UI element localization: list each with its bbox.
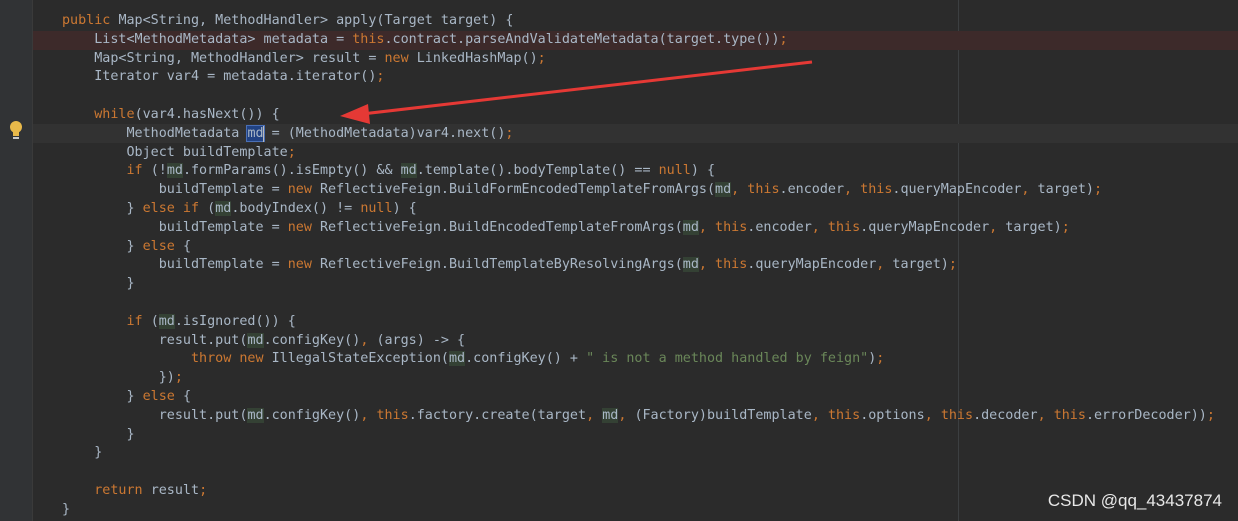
watermark: CSDN @qq_43437874 bbox=[1047, 491, 1222, 510]
red-annotation-arrow bbox=[340, 60, 813, 124]
